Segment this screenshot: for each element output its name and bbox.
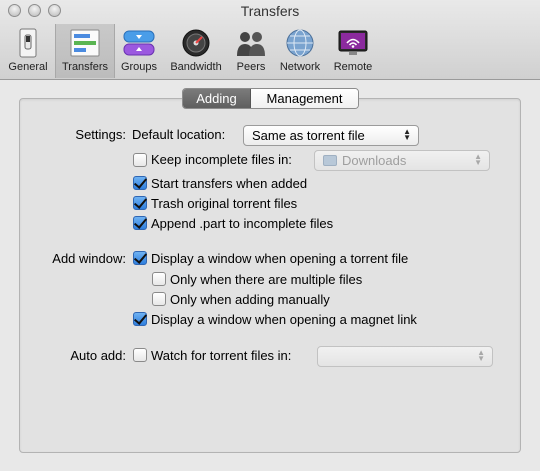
titlebar: Transfers General Transfers Groups Bandw… xyxy=(0,0,540,80)
display-torrent-window-checkbox[interactable] xyxy=(133,251,147,265)
toolbar-label-remote: Remote xyxy=(333,61,373,73)
groups-icon xyxy=(123,30,155,56)
multiple-files-label: Only when there are multiple files xyxy=(170,272,363,287)
default-location-popup[interactable]: Same as torrent file ▲ ▼ xyxy=(243,125,419,146)
start-transfers-label: Start transfers when added xyxy=(151,176,308,191)
default-location-label: Default location: xyxy=(132,127,226,142)
watch-folder-popup[interactable]: ▲ ▼ xyxy=(317,346,493,367)
folder-icon xyxy=(323,155,337,166)
multiple-files-checkbox[interactable] xyxy=(152,272,166,286)
popup-arrows-icon: ▲ ▼ xyxy=(403,127,411,142)
remote-display-icon xyxy=(338,30,368,55)
toolbar-label-bandwidth: Bandwidth xyxy=(170,61,222,73)
window-title: Transfers xyxy=(240,3,300,19)
keep-incomplete-label: Keep incomplete files in: xyxy=(151,152,292,167)
speedometer-icon xyxy=(182,29,210,57)
toolbar-item-bandwidth[interactable]: Bandwidth xyxy=(165,24,227,78)
people-icon xyxy=(237,32,265,56)
keep-incomplete-checkbox[interactable] xyxy=(133,153,147,167)
transfers-icon xyxy=(70,29,100,57)
add-window-section-label: Add window: xyxy=(52,251,126,266)
toolbar-label-transfers: Transfers xyxy=(61,61,109,73)
toolbar-label-peers: Peers xyxy=(236,61,266,73)
popup-arrows-icon: ▲ ▼ xyxy=(477,348,485,363)
toolbar-item-groups[interactable]: Groups xyxy=(117,24,161,78)
switch-icon xyxy=(19,28,37,58)
start-transfers-checkbox[interactable] xyxy=(133,176,147,190)
append-part-label: Append .part to incomplete files xyxy=(151,216,334,231)
preferences-window: Transfers General Transfers Groups Bandw… xyxy=(0,0,540,471)
toolbar-item-peers[interactable]: Peers xyxy=(231,24,271,78)
toolbar-label-network: Network xyxy=(279,61,321,73)
toolbar-item-transfers[interactable]: Transfers xyxy=(55,24,115,78)
auto-add-section-label: Auto add: xyxy=(70,348,126,363)
default-location-value: Same as torrent file xyxy=(252,128,365,143)
toolbar-item-remote[interactable]: Remote xyxy=(329,24,377,78)
display-magnet-window-checkbox[interactable] xyxy=(133,312,147,326)
watch-folder-checkbox[interactable] xyxy=(133,348,147,362)
popup-arrows-icon: ▲ ▼ xyxy=(474,152,482,167)
incomplete-folder-popup[interactable]: Downloads ▲ ▼ xyxy=(314,150,490,171)
append-part-checkbox[interactable] xyxy=(133,216,147,230)
toolbar-item-general[interactable]: General xyxy=(4,24,52,78)
settings-section-label: Settings: xyxy=(75,127,126,142)
trash-original-label: Trash original torrent files xyxy=(151,196,298,211)
toolbar-label-general: General xyxy=(8,61,48,73)
incomplete-folder-value: Downloads xyxy=(342,153,407,168)
adding-manually-label: Only when adding manually xyxy=(170,292,330,307)
trash-original-checkbox[interactable] xyxy=(133,196,147,210)
display-torrent-window-label: Display a window when opening a torrent … xyxy=(151,251,409,266)
toolbar-label-groups: Groups xyxy=(120,61,158,73)
watch-folder-label: Watch for torrent files in: xyxy=(151,348,292,363)
tab-segmented-control: Adding Management xyxy=(182,88,359,109)
adding-manually-checkbox[interactable] xyxy=(152,292,166,306)
toolbar-item-network[interactable]: Network xyxy=(274,24,326,78)
globe-icon xyxy=(286,29,314,57)
display-magnet-window-label: Display a window when opening a magnet l… xyxy=(151,312,417,327)
tab-management[interactable]: Management xyxy=(251,89,358,108)
tab-adding[interactable]: Adding xyxy=(183,89,251,108)
